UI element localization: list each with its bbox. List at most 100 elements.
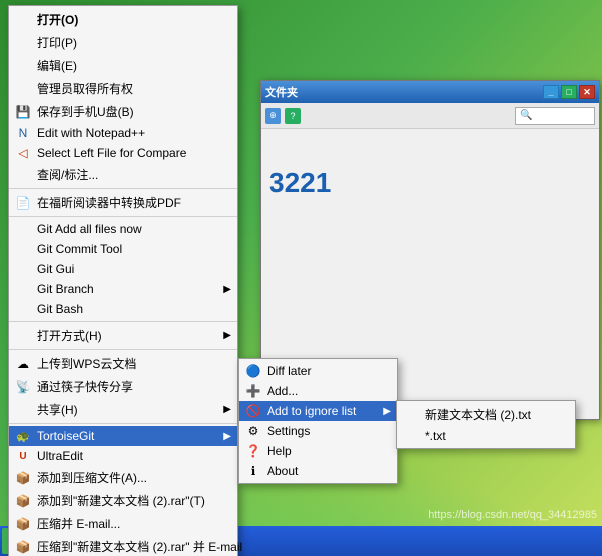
git-gui-label: Git Gui — [37, 262, 74, 276]
specific-file-label: 新建文本文档 (2).txt — [425, 406, 531, 423]
share-arrow: ▶ — [223, 404, 231, 415]
diff-later-icon: 🔵 — [243, 363, 263, 379]
menu-item-compress-email[interactable]: 📦 压缩并 E-mail... — [9, 512, 237, 535]
share-kuaizi-icon: 📡 — [13, 379, 33, 395]
menu-item-help[interactable]: ❓ Help — [239, 441, 397, 461]
add-ignore-icon: 🚫 — [243, 403, 263, 419]
upload-wps-label: 上传到WPS云文档 — [37, 355, 136, 372]
help-menu-icon: ❓ — [243, 443, 263, 459]
separator-2 — [9, 216, 237, 217]
search-box[interactable]: 🔍 — [515, 107, 595, 125]
menu-item-print[interactable]: 打印(P) — [9, 31, 237, 54]
upload-wps-icon: ☁ — [13, 356, 33, 372]
menu-item-all-txt[interactable]: *.txt — [397, 426, 575, 446]
menu-item-specific-file[interactable]: 新建文本文档 (2).txt — [397, 403, 575, 426]
git-branch-label: Git Branch — [37, 282, 94, 296]
menu-item-share[interactable]: 共享(H) ▶ — [9, 398, 237, 421]
close-button[interactable]: ✕ — [579, 85, 595, 99]
menu-item-manage-access[interactable]: 管理员取得所有权 — [9, 77, 237, 100]
menu-item-add-rar2[interactable]: 📦 添加到"新建文本文档 (2).rar"(T) — [9, 489, 237, 512]
open-with-arrow: ▶ — [223, 330, 231, 341]
separator-5 — [9, 423, 237, 424]
menu-item-upload-wps[interactable]: ☁ 上传到WPS云文档 — [9, 352, 237, 375]
titlebar-buttons: _ □ ✕ — [543, 85, 595, 99]
add-rar2-label: 添加到"新建文本文档 (2).rar"(T) — [37, 492, 205, 509]
compress-email-label: 压缩并 E-mail... — [37, 515, 120, 532]
menu-item-settings[interactable]: ⚙ Settings — [239, 421, 397, 441]
menu-item-git-gui[interactable]: Git Gui — [9, 259, 237, 279]
save-usb-icon: 💾 — [13, 104, 33, 120]
menu-item-pdf[interactable]: 📄 在福昕阅读器中转换成PDF — [9, 191, 237, 214]
diff-later-label: Diff later — [267, 364, 311, 378]
menu-item-diff-later[interactable]: 🔵 Diff later — [239, 361, 397, 381]
menu-item-select-left[interactable]: ◁ Select Left File for Compare — [9, 143, 237, 163]
tortoise-arrow: ▶ — [223, 431, 231, 442]
explorer-titlebar: 文件夹 _ □ ✕ — [261, 81, 599, 103]
separator-4 — [9, 349, 237, 350]
separator-1 — [9, 188, 237, 189]
about-label: About — [267, 464, 298, 478]
menu-item-git-add-all[interactable]: Git Add all files now — [9, 219, 237, 239]
share-label: 共享(H) — [37, 401, 78, 418]
menu-item-share-kuaizi[interactable]: 📡 通过筷子快传分享 — [9, 375, 237, 398]
help-label: Help — [267, 444, 292, 458]
menu-item-about[interactable]: ℹ About — [239, 461, 397, 481]
submenu-ignore: 新建文本文档 (2).txt *.txt — [396, 400, 576, 449]
git-add-all-label: Git Add all files now — [37, 222, 142, 236]
add-icon: ➕ — [243, 383, 263, 399]
menu-item-add-ignore[interactable]: 🚫 Add to ignore list ▶ — [239, 401, 397, 421]
open-with-label: 打开方式(H) — [37, 327, 102, 344]
save-usb-label: 保存到手机U盘(B) — [37, 103, 134, 120]
add-ignore-label: Add to ignore list — [267, 404, 356, 418]
menu-item-save-usb[interactable]: 💾 保存到手机U盘(B) — [9, 100, 237, 123]
git-commit-label: Git Commit Tool — [37, 242, 122, 256]
about-icon: ℹ — [243, 463, 263, 479]
share-kuaizi-label: 通过筷子快传分享 — [37, 378, 133, 395]
settings-icon: ⚙ — [243, 423, 263, 439]
add-rar-icon: 📦 — [13, 470, 33, 486]
menu-item-open[interactable]: 打开(O) — [9, 8, 237, 31]
context-menu-main: 打开(O) 打印(P) 编辑(E) 管理员取得所有权 💾 保存到手机U盘(B) … — [8, 5, 238, 556]
explorer-body: 3221 — [261, 129, 599, 207]
menu-item-view-mark[interactable]: 查阅/标注... — [9, 163, 237, 186]
desktop: 文件夹 _ □ ✕ ⊕ ? 🔍 3221 打开(O) 打印(P) 编辑(E) — [0, 0, 602, 556]
submenu-tortoise: 🔵 Diff later ➕ Add... 🚫 Add to ignore li… — [238, 358, 398, 484]
pdf-icon: 📄 — [13, 195, 33, 211]
tortoise-icon: 🐢 — [13, 428, 33, 444]
print-label: 打印(P) — [37, 34, 77, 51]
help-icon[interactable]: ? — [285, 108, 301, 124]
edit-label: 编辑(E) — [37, 57, 77, 74]
add-ignore-arrow: ▶ — [383, 406, 391, 417]
edit-notepad-icon: N — [13, 125, 33, 141]
git-branch-arrow: ▶ — [223, 284, 231, 295]
open-label: 打开(O) — [37, 11, 78, 28]
menu-item-git-bash[interactable]: Git Bash — [9, 299, 237, 319]
manage-access-label: 管理员取得所有权 — [37, 80, 133, 97]
menu-item-add[interactable]: ➕ Add... — [239, 381, 397, 401]
watermark-text: https://blog.csdn.net/qq_34412985 — [428, 509, 597, 521]
separator-3 — [9, 321, 237, 322]
ultra-edit-icon: U — [13, 448, 33, 464]
add-rar-label: 添加到压缩文件(A)... — [37, 469, 147, 486]
menu-item-edit-notepad[interactable]: N Edit with Notepad++ — [9, 123, 237, 143]
menu-item-tortoise[interactable]: 🐢 TortoiseGit ▶ — [9, 426, 237, 446]
compress-rar-email-icon: 📦 — [13, 539, 33, 555]
compress-rar-email-label: 压缩到"新建文本文档 (2).rar" 并 E-mail — [37, 538, 242, 555]
menu-item-add-rar[interactable]: 📦 添加到压缩文件(A)... — [9, 466, 237, 489]
compress-email-icon: 📦 — [13, 516, 33, 532]
explorer-title: 文件夹 — [265, 84, 298, 100]
ultra-edit-label: UltraEdit — [37, 449, 83, 463]
menu-item-open-with[interactable]: 打开方式(H) ▶ — [9, 324, 237, 347]
menu-item-edit[interactable]: 编辑(E) — [9, 54, 237, 77]
git-bash-label: Git Bash — [37, 302, 83, 316]
minimize-button[interactable]: _ — [543, 85, 559, 99]
settings-label: Settings — [267, 424, 310, 438]
edit-notepad-label: Edit with Notepad++ — [37, 126, 145, 140]
toolbar-icon[interactable]: ⊕ — [265, 108, 281, 124]
menu-item-compress-rar-email[interactable]: 📦 压缩到"新建文本文档 (2).rar" 并 E-mail — [9, 535, 237, 556]
all-txt-label: *.txt — [425, 429, 446, 443]
menu-item-git-branch[interactable]: Git Branch ▶ — [9, 279, 237, 299]
menu-item-git-commit[interactable]: Git Commit Tool — [9, 239, 237, 259]
menu-item-ultra-edit[interactable]: U UltraEdit — [9, 446, 237, 466]
maximize-button[interactable]: □ — [561, 85, 577, 99]
